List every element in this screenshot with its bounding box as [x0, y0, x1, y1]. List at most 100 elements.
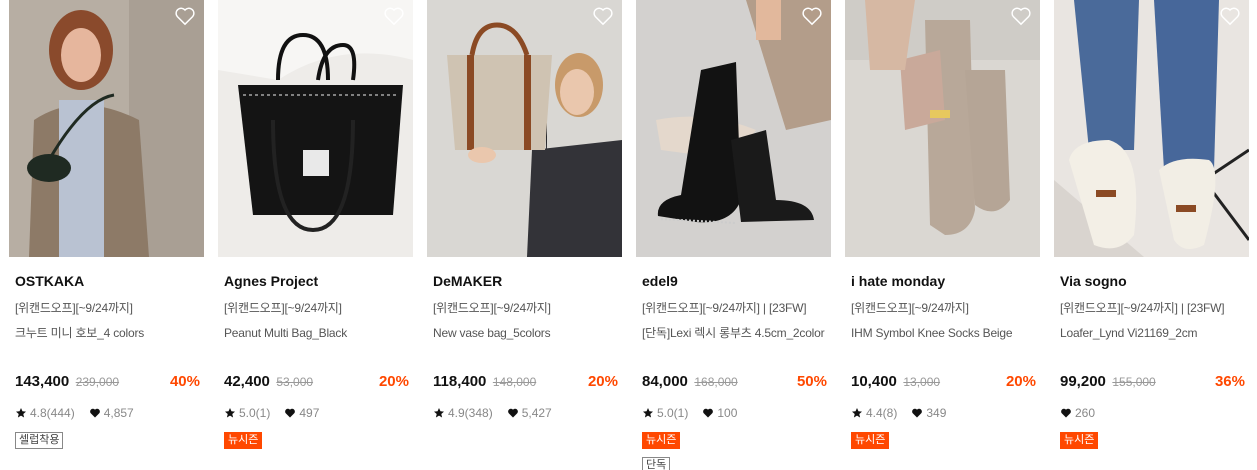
meta-row: 5.0(1) 100	[642, 406, 751, 420]
product-card[interactable]: Agnes Project [위캔드오프][~9/24까지] Peanut Mu…	[218, 0, 413, 470]
original-price: 148,000	[492, 375, 537, 389]
wishlist-heart-icon[interactable]	[1219, 6, 1241, 26]
wishlist-heart-icon[interactable]	[174, 6, 196, 26]
product-photo	[636, 0, 831, 257]
product-name[interactable]: Peanut Multi Bag_Black	[224, 325, 407, 341]
price-row: 143,400 239,000 40%	[15, 373, 200, 391]
wishlist-heart-icon[interactable]	[801, 6, 823, 26]
badge-new-season: 뉴시즌	[642, 432, 681, 449]
likes-count: 349	[926, 406, 947, 420]
product-image[interactable]	[845, 0, 1040, 257]
price-row: 99,200 155,000 36%	[1060, 373, 1245, 391]
heart-filled-icon	[507, 408, 518, 418]
star-icon	[852, 408, 862, 418]
discount-rate: 40%	[169, 373, 200, 390]
product-card[interactable]: OSTKAKA [위캔드오프][~9/24까지] 크누트 미니 호보_4 col…	[9, 0, 204, 470]
wishlist-heart-icon[interactable]	[1010, 6, 1032, 26]
product-image[interactable]	[1054, 0, 1249, 257]
heart-filled-icon	[285, 408, 296, 418]
product-image[interactable]	[427, 0, 622, 257]
sale-price: 42,400	[224, 373, 270, 390]
product-photo	[218, 0, 413, 257]
product-name[interactable]: Loafer_Lynd Vi21169_2cm	[1060, 325, 1243, 341]
likes: 260	[1060, 406, 1095, 420]
likes-count: 100	[717, 406, 738, 420]
promo-text: [위캔드오프][~9/24까지] | [23FW]	[1060, 301, 1225, 315]
price-row: 118,400 148,000 20%	[433, 373, 618, 391]
rating-value: 4.8(444)	[30, 406, 75, 420]
badge-celeb: 셀럽착용	[15, 432, 64, 449]
original-price: 239,000	[75, 375, 120, 389]
badge-new-season: 뉴시즌	[224, 432, 263, 449]
meta-row: 4.8(444) 4,857	[15, 406, 148, 420]
original-price: 13,000	[903, 375, 941, 389]
brand-name[interactable]: Via sogno	[1060, 273, 1243, 289]
product-card[interactable]: edel9 [위캔드오프][~9/24까지] | [23FW] [단독]Lexi…	[636, 0, 831, 470]
product-name[interactable]: IHM Symbol Knee Socks Beige	[851, 325, 1034, 341]
brand-name[interactable]: i hate monday	[851, 273, 1034, 289]
product-name[interactable]: 크누트 미니 호보_4 colors	[15, 325, 198, 341]
badge-list: 뉴시즌	[224, 430, 263, 449]
product-card[interactable]: Via sogno [위캔드오프][~9/24까지] | [23FW] Loaf…	[1054, 0, 1249, 470]
brand-name[interactable]: Agnes Project	[224, 273, 407, 289]
meta-row: 260	[1060, 406, 1109, 420]
sale-price: 143,400	[15, 373, 70, 390]
star-icon	[225, 408, 235, 418]
heart-filled-icon	[912, 408, 923, 418]
sale-price: 118,400	[433, 373, 487, 390]
likes: 497	[284, 406, 319, 420]
original-price: 168,000	[694, 375, 738, 389]
product-photo	[9, 0, 204, 257]
product-photo	[1054, 0, 1249, 257]
rating: 4.9(348)	[433, 406, 493, 420]
promo-text: [위캔드오프][~9/24까지]	[851, 301, 969, 315]
price-row: 84,000 168,000 50%	[642, 373, 827, 391]
brand-name[interactable]: OSTKAKA	[15, 273, 198, 289]
likes-count: 4,857	[103, 406, 134, 420]
badge-new-season: 뉴시즌	[851, 432, 890, 449]
heart-filled-icon	[703, 408, 714, 418]
star-icon	[643, 408, 653, 418]
wishlist-heart-icon[interactable]	[383, 6, 405, 26]
original-price: 53,000	[276, 375, 314, 389]
promo-text: [위캔드오프][~9/24까지]	[15, 301, 133, 315]
meta-row: 4.4(8) 349	[851, 406, 960, 420]
rating: 5.0(1)	[224, 406, 270, 420]
badge-list: 뉴시즌 단독	[642, 430, 681, 470]
likes: 100	[702, 406, 737, 420]
promo-text: [위캔드오프][~9/24까지]	[433, 301, 551, 315]
product-card[interactable]: i hate monday [위캔드오프][~9/24까지] IHM Symbo…	[845, 0, 1040, 470]
discount-rate: 20%	[587, 373, 618, 390]
badge-exclusive: 단독	[642, 457, 671, 470]
product-card[interactable]: DeMAKER [위캔드오프][~9/24까지] New vase bag_5c…	[427, 0, 622, 470]
product-image[interactable]	[218, 0, 413, 257]
badge-list: 셀럽착용	[15, 430, 64, 449]
brand-name[interactable]: DeMAKER	[433, 273, 616, 289]
rating-value: 5.0(1)	[239, 406, 271, 420]
discount-rate: 20%	[1005, 373, 1036, 390]
heart-filled-icon	[1061, 408, 1071, 418]
product-grid: OSTKAKA [위캔드오프][~9/24까지] 크누트 미니 호보_4 col…	[0, 0, 1257, 470]
badge-list: 뉴시즌	[1060, 430, 1099, 449]
sale-price: 99,200	[1060, 373, 1106, 390]
likes-count: 497	[299, 406, 320, 420]
price-row: 10,400 13,000 20%	[851, 373, 1036, 391]
product-image[interactable]	[9, 0, 204, 257]
product-name[interactable]: New vase bag_5colors	[433, 325, 616, 341]
brand-name[interactable]: edel9	[642, 273, 825, 289]
likes-count: 260	[1075, 406, 1096, 420]
wishlist-heart-icon[interactable]	[592, 6, 614, 26]
rating: 4.4(8)	[851, 406, 897, 420]
star-icon	[16, 408, 26, 418]
original-price: 155,000	[1112, 375, 1156, 389]
price-row: 42,400 53,000 20%	[224, 373, 409, 391]
product-name[interactable]: [단독]Lexi 렉시 롱부츠 4.5cm_2color	[642, 325, 825, 341]
discount-rate: 50%	[796, 373, 827, 390]
heart-filled-icon	[89, 408, 100, 418]
likes: 4,857	[89, 406, 134, 420]
rating-value: 4.4(8)	[866, 406, 898, 420]
promo-text: [위캔드오프][~9/24까지] | [23FW]	[642, 301, 807, 315]
product-image[interactable]	[636, 0, 831, 257]
meta-row: 5.0(1) 497	[224, 406, 333, 420]
likes: 349	[911, 406, 946, 420]
